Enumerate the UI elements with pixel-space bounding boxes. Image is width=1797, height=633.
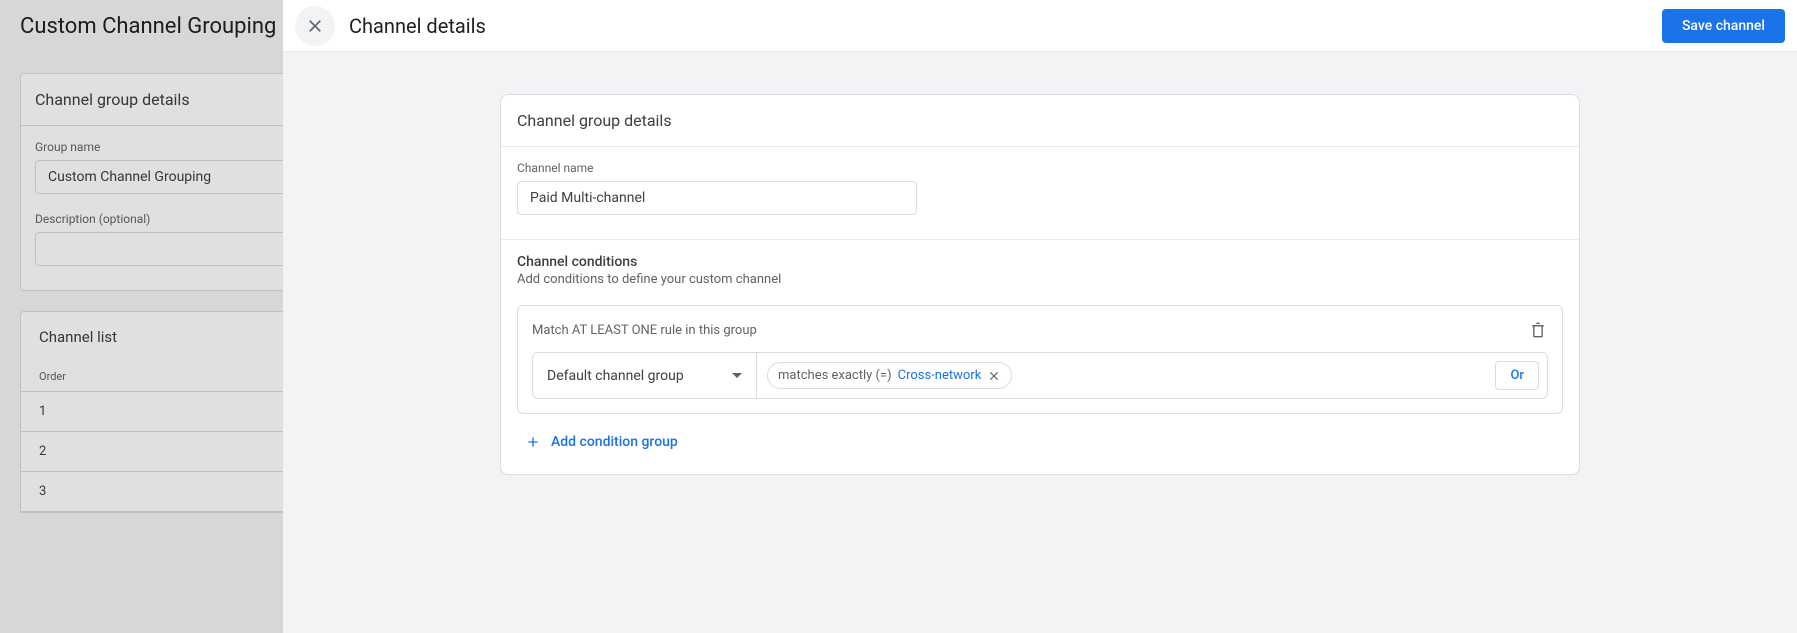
close-icon — [305, 16, 325, 36]
conditions-title: Channel conditions — [517, 254, 1563, 270]
modal-body: Channel group details Channel name Chann… — [283, 52, 1797, 633]
modal-header: Channel details Save channel — [283, 0, 1797, 52]
plus-icon — [525, 434, 541, 450]
save-button[interactable]: Save channel — [1662, 9, 1785, 43]
add-condition-group-label: Add condition group — [551, 434, 678, 450]
dimension-select[interactable]: Default channel group — [533, 353, 757, 398]
add-condition-group-button[interactable]: Add condition group — [525, 434, 678, 450]
trash-icon[interactable] — [1528, 320, 1548, 340]
chip-value: Cross-network — [898, 368, 982, 383]
or-button[interactable]: Or — [1495, 361, 1539, 390]
close-icon — [987, 369, 1001, 383]
condition-chip[interactable]: matches exactly (=) Cross-network — [767, 362, 1012, 389]
details-card-header: Channel group details — [501, 95, 1579, 147]
rule-group-label: Match AT LEAST ONE rule in this group — [532, 323, 757, 338]
dimension-select-label: Default channel group — [547, 368, 684, 384]
channel-details-panel: Channel details Save channel Channel gro… — [283, 0, 1797, 633]
chevron-down-icon — [732, 373, 742, 378]
close-button[interactable] — [295, 6, 335, 46]
rule-group: Match AT LEAST ONE rule in this group De… — [517, 305, 1563, 414]
channel-name-input[interactable] — [517, 181, 917, 215]
details-card: Channel group details Channel name Chann… — [500, 94, 1580, 475]
modal-title: Channel details — [349, 14, 486, 38]
channel-name-section: Channel name — [501, 147, 1579, 240]
rule-row: Default channel group matches exactly (=… — [532, 352, 1548, 399]
channel-name-label: Channel name — [517, 161, 1563, 175]
conditions-subtitle: Add conditions to define your custom cha… — [517, 272, 1563, 287]
conditions-section: Channel conditions Add conditions to def… — [501, 240, 1579, 474]
remove-chip-button[interactable] — [987, 369, 1001, 383]
chip-operator: matches exactly (=) — [778, 368, 892, 383]
rule-chips-area[interactable]: matches exactly (=) Cross-network — [757, 353, 1487, 398]
